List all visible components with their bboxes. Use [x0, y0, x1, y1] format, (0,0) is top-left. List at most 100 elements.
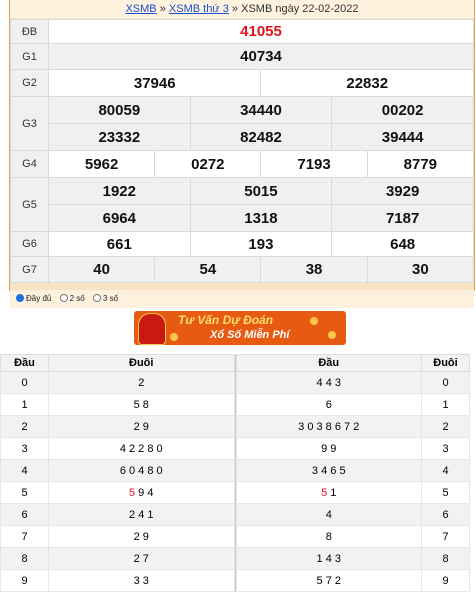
option-full-radio[interactable]: Đầy đủ	[16, 294, 51, 303]
loto-cell: 8	[0, 547, 49, 570]
loto-cell: 4	[0, 459, 49, 482]
loto-cell: 6	[421, 503, 470, 526]
prize-g3-number: 39444	[331, 123, 474, 151]
coin-icon	[310, 317, 318, 325]
loto-cell: 2 7	[48, 547, 235, 570]
prize-g1-number: 40734	[48, 43, 474, 70]
prize-g3-number: 80059	[48, 96, 191, 124]
prize-g5-number: 3929	[331, 177, 474, 205]
breadcrumb: XSMB » XSMB thứ 3 » XSMB ngày 22-02-2022	[10, 0, 474, 18]
loto-header-duoi: Đuôi	[48, 354, 235, 372]
prize-g4-number: 5962	[47, 150, 156, 178]
prize-label-g1: G1	[10, 43, 49, 70]
prize-db-number: 41055	[48, 19, 474, 44]
loto-cell: 4	[235, 503, 422, 526]
loto-cell: 8	[235, 525, 422, 548]
radio-icon	[92, 294, 101, 302]
loto-cell: 8	[421, 547, 470, 570]
loto-cell: 2 4 1	[48, 503, 235, 526]
prize-g5-number: 1922	[48, 177, 191, 205]
mascot-icon	[138, 313, 166, 345]
breadcrumb-link-xsmb-thu3[interactable]: XSMB thứ 3	[169, 3, 229, 15]
loto-cell: 5	[421, 481, 470, 504]
prize-label-g7: G7	[10, 256, 49, 283]
option-two-label: 2 số	[69, 294, 85, 303]
loto-cell: 9	[0, 569, 49, 592]
loto-cell: 2 9	[48, 415, 235, 438]
loto-cell: 7	[421, 525, 470, 548]
loto-cell: 0	[421, 371, 470, 394]
loto-header-duoi: Đuôi	[421, 354, 470, 372]
prize-g4-number: 0272	[154, 150, 262, 178]
prize-g3-number: 23332	[48, 123, 191, 151]
display-options: Đầy đủ 2 số 3 số	[10, 290, 474, 308]
prize-g6-number: 661	[48, 231, 191, 257]
option-two-digit-radio[interactable]: 2 số	[59, 294, 85, 303]
prize-g4-number: 8779	[366, 150, 475, 178]
option-full-label: Đầy đủ	[26, 294, 52, 303]
loto-cell: 2	[0, 415, 49, 438]
option-three-digit-radio[interactable]: 3 số	[92, 294, 119, 303]
loto-cell: 2	[48, 371, 235, 394]
loto-row: 4 6 0 4 8 0 3 4 6 5 4	[0, 459, 470, 482]
breadcrumb-separator: »	[231, 3, 239, 15]
loto-cell: 4 2 2 8 0	[48, 437, 235, 460]
loto-cell: 6 0 4 8 0	[48, 459, 235, 482]
loto-digits: 9 4	[135, 486, 154, 499]
loto-cell: 5 1	[235, 481, 422, 504]
loto-cell: 3 0 3 8 6 7 2	[235, 415, 422, 438]
loto-cell: 1	[421, 393, 470, 416]
prize-g6-number: 193	[189, 231, 333, 257]
loto-cell: 1	[0, 393, 49, 416]
prize-g7-number: 30	[366, 256, 475, 283]
loto-row: 5 5 9 4 5 1 5	[0, 481, 470, 504]
loto-cell: 4 4 3	[235, 371, 422, 394]
loto-cell: 5	[0, 481, 49, 504]
prize-g5-number: 5015	[189, 177, 333, 205]
prize-label-g2: G2	[10, 69, 49, 97]
prize-label-g3: G3	[10, 96, 49, 151]
loto-cell: 3	[421, 437, 470, 460]
prize-g2-number: 22832	[260, 69, 474, 97]
banner-line2: Xổ Số Miễn Phí	[210, 329, 290, 341]
coin-icon	[328, 331, 336, 339]
prize-g6-number: 648	[331, 231, 474, 257]
loto-cell: 3 4 6 5	[235, 459, 422, 482]
option-three-label: 3 số	[102, 294, 119, 303]
prize-label-db: ĐB	[10, 19, 49, 44]
prize-g7-number: 54	[154, 256, 262, 283]
loto-cell: 2 9	[48, 525, 235, 548]
prize-g7-number: 38	[260, 256, 368, 283]
breadcrumb-link-xsmb[interactable]: XSMB	[125, 3, 156, 15]
loto-table: Đầu Đuôi Đầu Đuôi 0 2 4 4 3 0 1 5 8 6 1 …	[0, 354, 470, 592]
loto-cell: 5 9 4	[48, 481, 235, 504]
loto-row: 9 3 3 5 7 2 9	[0, 569, 470, 592]
prize-label-g6: G6	[10, 231, 49, 257]
loto-cell: 1 4 3	[235, 547, 422, 570]
prize-g2-number: 37946	[47, 69, 262, 97]
coin-icon	[170, 333, 178, 341]
advice-banner[interactable]: Tư Vấn Dự Đoán Xổ Số Miễn Phí	[134, 311, 346, 345]
radio-selected-icon	[16, 294, 24, 302]
loto-row: 0 2 4 4 3 0	[0, 371, 470, 394]
loto-cell: 3	[0, 437, 49, 460]
loto-cell: 6	[235, 393, 422, 416]
prize-g7-number: 40	[47, 256, 156, 283]
results-table: ĐB 41055 G1 40734 G2 37946 22832 G3 8005…	[10, 19, 475, 283]
breadcrumb-current: XSMB ngày 22-02-2022	[241, 3, 359, 15]
loto-digits: 1	[327, 486, 337, 499]
prize-g3-number: 00202	[331, 96, 474, 124]
loto-row: 6 2 4 1 4 6	[0, 503, 470, 526]
radio-icon	[59, 294, 68, 302]
loto-cell: 9	[421, 569, 470, 592]
breadcrumb-separator: »	[159, 3, 166, 15]
banner-line1: Tư Vấn Dự Đoán	[178, 313, 274, 327]
loto-cell: 6	[0, 503, 49, 526]
prize-g4-number: 7193	[260, 150, 368, 178]
loto-cell: 9 9	[235, 437, 422, 460]
loto-header-dau: Đầu	[235, 354, 422, 372]
prize-g5-number: 1318	[189, 204, 333, 232]
prize-g5-number: 7187	[331, 204, 474, 232]
loto-row: 8 2 7 1 4 3 8	[0, 547, 470, 570]
prize-g3-number: 82482	[189, 123, 333, 151]
